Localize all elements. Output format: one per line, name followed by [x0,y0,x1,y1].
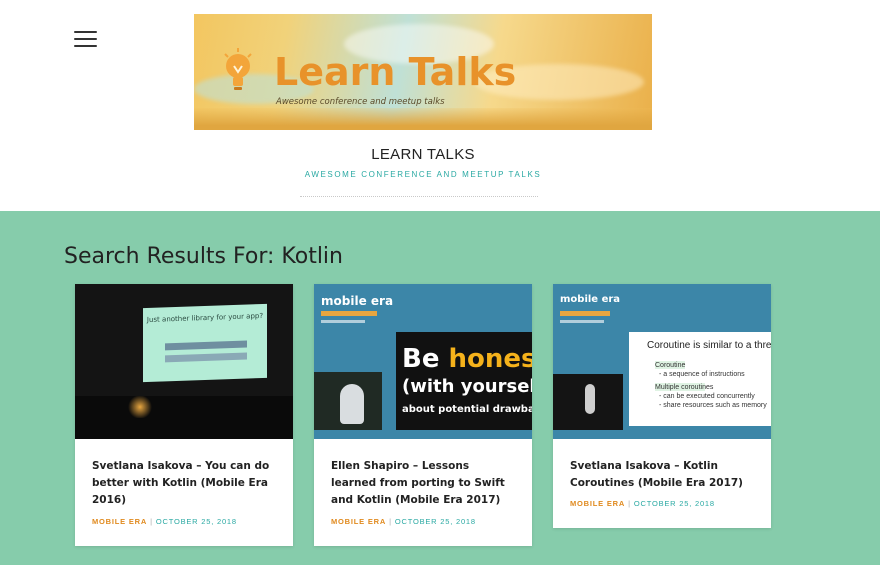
brand-ribbon [321,311,377,316]
slide-bullet: Coroutine [655,362,686,369]
brand-url-line [560,320,604,323]
speaker-figure [340,384,364,424]
post-category-link[interactable]: MOBILE ERA [331,517,386,526]
post-meta: MOBILE ERA | OCTOBER 25, 2018 [331,517,476,526]
brand-url-line [321,320,365,323]
slide-bullet: - share resources such as memory [659,402,767,409]
post-category-link[interactable]: MOBILE ERA [92,517,147,526]
post-card[interactable]: mobile era Be hones (with yoursel about … [314,284,532,546]
post-meta: MOBILE ERA | OCTOBER 25, 2018 [570,499,715,508]
talk-slide: Be hones (with yoursel about potential d… [396,332,532,430]
post-date-link[interactable]: OCTOBER 25, 2018 [156,517,237,526]
post-category-link[interactable]: MOBILE ERA [570,499,625,508]
meta-separator: | [389,517,392,526]
site-header: Learn Talks Awesome conference and meetu… [0,0,880,211]
post-meta: MOBILE ERA | OCTOBER 25, 2018 [92,517,237,526]
projector-screen: Just another library for your app? [143,303,267,383]
site-title[interactable]: LEARN TALKS [0,146,846,163]
post-date-link[interactable]: OCTOBER 25, 2018 [395,517,476,526]
post-date-link[interactable]: OCTOBER 25, 2018 [634,499,715,508]
slide-line-3: about potential drawbac [402,404,532,415]
slide-row [165,340,247,351]
talk-slide: Coroutine is similar to a thre Coroutine… [629,332,771,426]
stage-light [127,396,153,418]
speaker-figure [585,384,595,414]
post-title-link[interactable]: Ellen Shapiro – Lessons learned from por… [331,458,515,509]
search-results-area: Search Results For: Kotlin Just another … [0,211,880,565]
meta-separator: | [628,499,631,508]
post-title-link[interactable]: Svetlana Isakova – You can do better wit… [92,458,282,509]
slide-line-1: Be hones [402,344,532,374]
mobile-era-brand: mobile era [321,294,394,308]
slide-row [165,352,247,363]
mobile-era-brand: mobile era [560,294,621,305]
menu-bar-top [74,31,97,33]
site-logo-banner[interactable]: Learn Talks Awesome conference and meetu… [194,14,652,130]
post-thumbnail[interactable]: Just another library for your app? [75,284,293,439]
brand-ribbon [560,311,610,316]
slide-bullet: Multiple coroutines [655,384,714,391]
slide-line-2: (with yoursel [402,376,532,397]
lightbulb-icon [224,48,252,90]
post-card[interactable]: mobile era Coroutine is similar to a thr… [553,284,771,528]
post-thumbnail[interactable]: mobile era Be hones (with yoursel about … [314,284,532,439]
stage [75,396,293,439]
menu-bar-middle [74,38,97,40]
site-tagline: AWESOME CONFERENCE AND MEETUP TALKS [304,170,542,179]
post-title-link[interactable]: Svetlana Isakova – Kotlin Coroutines (Mo… [570,458,760,492]
slide-bullet: - can be executed concurrently [659,393,755,400]
header-divider [300,196,538,197]
banner-ground [194,108,652,130]
slide-bullet: - a sequence of instructions [659,371,745,378]
post-thumbnail[interactable]: mobile era Coroutine is similar to a thr… [553,284,771,439]
banner-tagline: Awesome conference and meetup talks [276,97,445,107]
banner-title: Learn Talks [274,50,517,94]
post-card[interactable]: Just another library for your app? Svetl… [75,284,293,546]
meta-separator: | [150,517,153,526]
search-results-heading: Search Results For: Kotlin [64,244,343,269]
slide-heading: Coroutine is similar to a thre [647,340,771,351]
menu-bar-bottom [74,45,97,47]
hamburger-menu-icon[interactable] [74,29,98,49]
slide-text: Just another library for your app? [146,311,264,325]
